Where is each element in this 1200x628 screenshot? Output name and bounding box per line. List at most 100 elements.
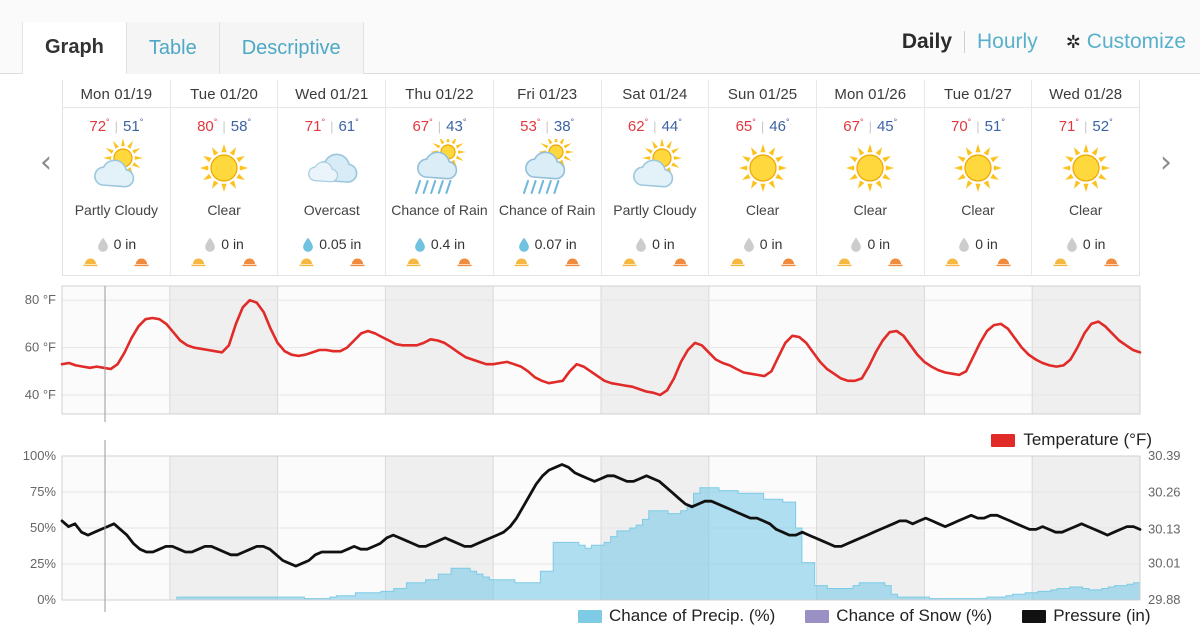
day-name: Fri 01/23 — [517, 86, 578, 103]
day-divider — [170, 107, 278, 108]
day-temperatures: 80° | 58° — [197, 117, 251, 135]
day-temperatures: 62° | 44° — [628, 117, 682, 135]
precip-drop-icon — [850, 237, 862, 252]
customize-label: Customize — [1086, 30, 1186, 53]
day-column[interactable]: Sun 01/25 65° | 46° Clear 0 in — [709, 80, 817, 275]
day-low-temp: 46° — [769, 117, 790, 135]
day-name: Mon 01/19 — [80, 86, 153, 103]
temp-separator: | — [330, 118, 334, 134]
day-precip: 0.07 in — [518, 236, 577, 252]
sunset-icon — [996, 254, 1011, 272]
day-column[interactable]: Sat 01/24 62° | 44° Partly Cloudy 0 in — [601, 80, 710, 275]
temp-separator: | — [114, 118, 119, 134]
day-column[interactable]: Fri 01/23 53° | 38° Chance of Rain 0.07 … — [493, 80, 602, 275]
precip-drop-icon — [1066, 237, 1078, 252]
day-column[interactable]: Mon 01/19 72° | 51° Partly Cloudy 0 in — [63, 80, 171, 275]
day-temperatures: 71° | 52° — [1059, 117, 1113, 135]
day-low-temp: 52° — [1092, 117, 1113, 135]
gear-icon: ✲ — [1065, 32, 1081, 52]
precip-drop-icon — [204, 237, 216, 252]
temp-separator: | — [760, 118, 765, 134]
day-condition: Overcast — [303, 202, 360, 218]
day-high-temp: 65° — [735, 117, 756, 135]
weather-icon-wrap — [624, 137, 686, 199]
day-column[interactable]: Mon 01/26 67° | 45° Clear 0 in — [816, 80, 925, 275]
tab-descriptive-label: Descriptive — [241, 36, 341, 59]
precip-drop-icon — [97, 237, 109, 252]
customize-button[interactable]: ✲ Customize — [1050, 30, 1186, 54]
snow-legend-label: Chance of Snow (%) — [836, 606, 993, 625]
sun-times-row — [63, 254, 170, 272]
temp-separator: | — [222, 118, 226, 134]
day-low-temp: 38° — [553, 117, 575, 135]
day-precip-amount: 0.4 in — [430, 236, 466, 252]
sun-times-row — [602, 254, 709, 272]
axis-tick-label: 30.26 — [1148, 485, 1181, 500]
day-name: Wed 01/21 — [295, 86, 369, 103]
daily-toggle[interactable]: Daily — [890, 30, 964, 54]
day-low-temp: 43° — [446, 117, 467, 135]
sun-times-row — [171, 254, 278, 272]
day-precip: 0.05 in — [302, 236, 361, 252]
precip-drop-icon — [414, 237, 426, 252]
day-column[interactable]: Tue 01/20 80° | 58° Clear 0 in — [170, 80, 279, 275]
day-precip: 0 in — [204, 236, 244, 252]
day-column[interactable]: Wed 01/28 71° | 52° Clear 0 in — [1032, 80, 1140, 275]
day-high-temp: 67° — [412, 117, 433, 135]
day-low-temp: 61° — [338, 117, 359, 135]
sunrise-icon — [1053, 254, 1068, 272]
sunrise-icon — [83, 254, 98, 272]
hourly-toggle[interactable]: Hourly — [965, 30, 1050, 54]
sunset-icon — [350, 254, 365, 272]
sunrise-icon — [837, 254, 852, 272]
day-condition: Clear — [961, 202, 995, 218]
axis-tick-label: 25% — [30, 556, 56, 571]
day-condition: Partly Cloudy — [74, 202, 158, 218]
day-precip: 0 in — [958, 236, 998, 252]
tab-table[interactable]: Table — [125, 22, 219, 74]
sunset-icon — [565, 254, 580, 272]
day-condition: Chance of Rain — [391, 202, 488, 218]
axis-tick-label: 29.88 — [1148, 592, 1181, 607]
prev-days-arrow[interactable]: ‹ — [40, 148, 52, 178]
sun-times-row — [709, 254, 816, 272]
day-low-temp: 44° — [661, 117, 682, 135]
day-condition: Clear — [1068, 202, 1103, 218]
top-toolbar: Graph Table Descriptive Daily Hourly ✲ C… — [0, 0, 1200, 74]
tab-descriptive[interactable]: Descriptive — [218, 22, 364, 74]
sunset-icon — [781, 254, 796, 272]
daily-label: Daily — [901, 30, 953, 53]
axis-tick-label: 40 °F — [25, 387, 56, 402]
tab-graph[interactable]: Graph — [22, 22, 126, 74]
day-temperatures: 71° | 61° — [305, 117, 359, 135]
legend-snow: Chance of Snow (%) — [805, 606, 992, 626]
day-column[interactable]: Wed 01/21 71° | 61° Overcast 0.05 in — [278, 80, 387, 275]
day-high-temp: 80° — [197, 117, 218, 135]
view-tabs: Graph Table Descriptive — [22, 22, 364, 74]
sun-times-row — [925, 254, 1032, 272]
temp-separator: | — [976, 118, 980, 134]
tab-table-label: Table — [148, 36, 197, 59]
day-low-temp: 51° — [984, 117, 1005, 135]
weather-icon-wrap — [732, 137, 794, 199]
day-column[interactable]: Thu 01/22 67° | 43° Chance of Rain 0.4 i… — [386, 80, 494, 275]
day-condition: Partly Cloudy — [613, 202, 697, 218]
day-name: Wed 01/28 — [1049, 86, 1123, 103]
day-condition: Clear — [207, 202, 241, 218]
weather-icon-wrap — [947, 137, 1009, 199]
temp-separator: | — [868, 118, 872, 134]
day-precip: 0.4 in — [414, 236, 465, 252]
day-divider — [1032, 107, 1140, 108]
next-days-arrow[interactable]: › — [1160, 148, 1172, 178]
sunrise-icon — [406, 254, 421, 272]
precip-drop-icon — [302, 237, 314, 252]
day-precip: 0 in — [635, 236, 675, 252]
weather-forecast-page: Graph Table Descriptive Daily Hourly ✲ C… — [0, 0, 1200, 628]
temp-separator: | — [545, 118, 549, 134]
day-column[interactable]: Tue 01/27 70° | 51° Clear 0 in — [924, 80, 1033, 275]
day-name: Sun 01/25 — [727, 86, 798, 103]
day-precip-amount: 0 in — [221, 236, 244, 252]
day-condition: Chance of Rain — [498, 202, 596, 218]
snow-legend-swatch — [805, 609, 830, 623]
precip-drop-icon — [743, 237, 755, 252]
